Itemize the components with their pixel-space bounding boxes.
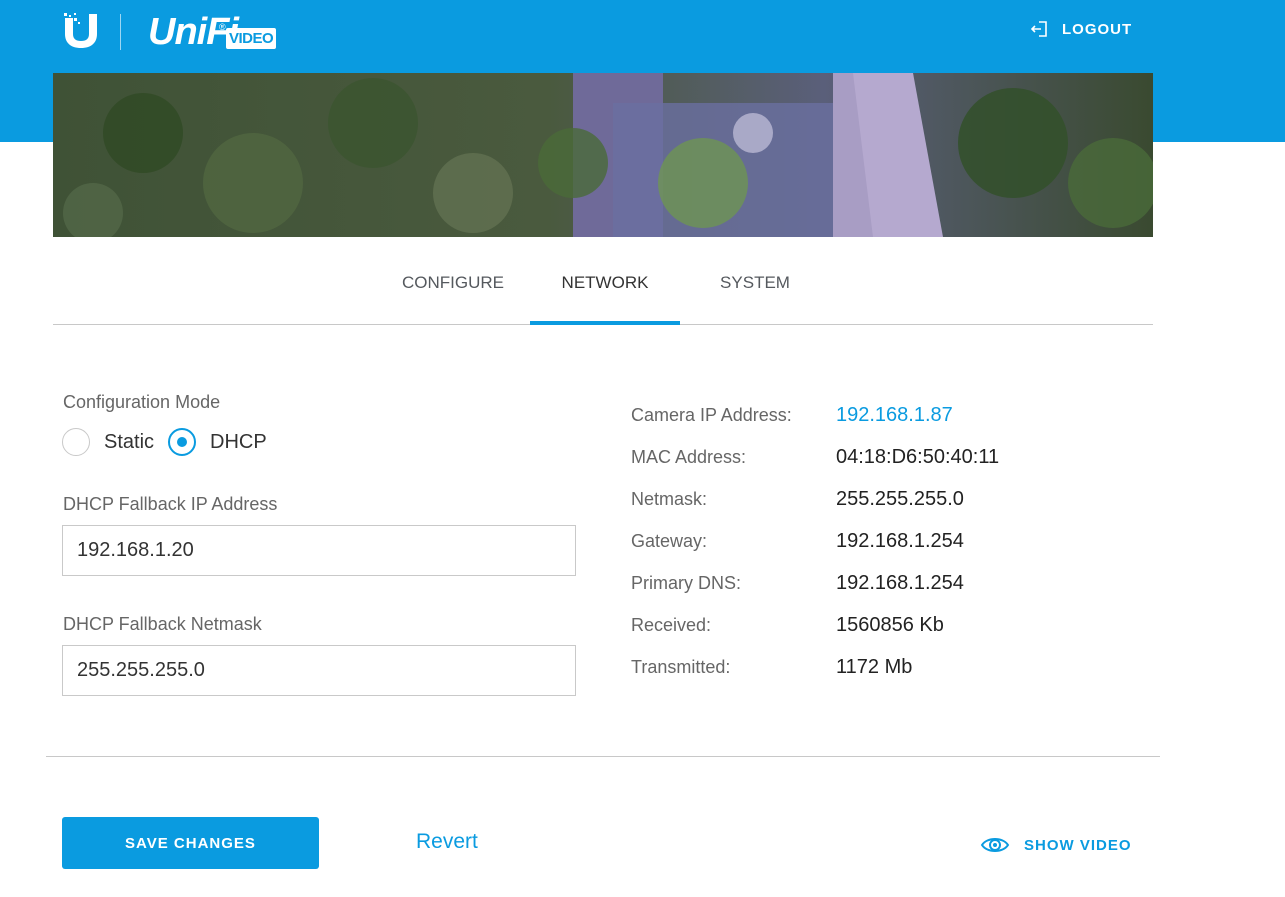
info-key: Netmask: [631,488,708,509]
configuration-mode-radio-group: Static DHCP [62,428,281,456]
info-row-netmask: Netmask: 255.255.255.0 [631,478,1151,520]
dhcp-fallback-ip-input[interactable] [62,525,576,576]
logo-separator [120,14,121,50]
save-changes-button[interactable]: SAVE CHANGES [62,817,319,869]
dhcp-radio[interactable] [168,428,197,456]
ubiquiti-logo-icon [64,13,97,48]
static-radio-label: Static [104,430,155,453]
unifi-logo-text: UniFi [148,11,239,53]
video-badge: VIDEO [226,28,277,49]
dhcp-radio-label: DHCP [210,430,267,453]
info-value: 255.255.255.0 [836,487,964,510]
info-key: Gateway: [631,530,708,551]
info-value: 192.168.1.254 [836,529,964,552]
info-key: Received: [631,614,712,635]
info-value: 192.168.1.254 [836,571,964,594]
info-row-primary-dns: Primary DNS: 192.168.1.254 [631,562,1151,604]
dhcp-fallback-netmask-input[interactable] [62,645,576,696]
info-row-gateway: Gateway: 192.168.1.254 [631,520,1151,562]
eye-icon [980,838,1010,852]
info-value: 04:18:D6:50:40:11 [836,445,1000,468]
info-value: 1560856 Kb [836,613,944,636]
tab-bar: CONFIGURE NETWORK SYSTEM [53,262,1153,325]
footer-divider [46,756,1160,757]
info-key: MAC Address: [631,446,747,467]
tab-system[interactable]: SYSTEM [685,262,825,325]
info-key: Camera IP Address: [631,404,792,425]
info-row-camera-ip: Camera IP Address: 192.168.1.87 [631,394,1151,436]
dhcp-fallback-netmask-label: DHCP Fallback Netmask [63,614,262,634]
tab-configure[interactable]: CONFIGURE [383,262,523,325]
logout-icon [1030,21,1047,37]
camera-ip-link[interactable]: 192.168.1.87 [836,404,953,427]
info-value: 1172 Mb [836,655,913,678]
configuration-mode-label: Configuration Mode [63,392,221,412]
static-radio[interactable] [62,428,90,456]
tab-network[interactable]: NETWORK [530,262,680,325]
network-info-list: Camera IP Address: 192.168.1.87 MAC Addr… [631,394,1151,688]
revert-link[interactable]: Revert [416,830,478,854]
camera-preview-image [53,73,1153,237]
info-row-transmitted: Transmitted: 1172 Mb [631,646,1151,688]
logout-label: LOGOUT [1062,20,1133,38]
show-video-label: SHOW VIDEO [1024,836,1132,854]
show-video-button[interactable]: SHOW VIDEO [980,834,1132,856]
registered-mark: ® [219,22,226,32]
info-row-mac: MAC Address: 04:18:D6:50:40:11 [631,436,1151,478]
logout-button[interactable]: LOGOUT [1030,20,1132,38]
info-key: Transmitted: [631,656,731,677]
dhcp-fallback-ip-label: DHCP Fallback IP Address [63,494,278,514]
info-key: Primary DNS: [631,572,742,593]
info-row-received: Received: 1560856 Kb [631,604,1151,646]
